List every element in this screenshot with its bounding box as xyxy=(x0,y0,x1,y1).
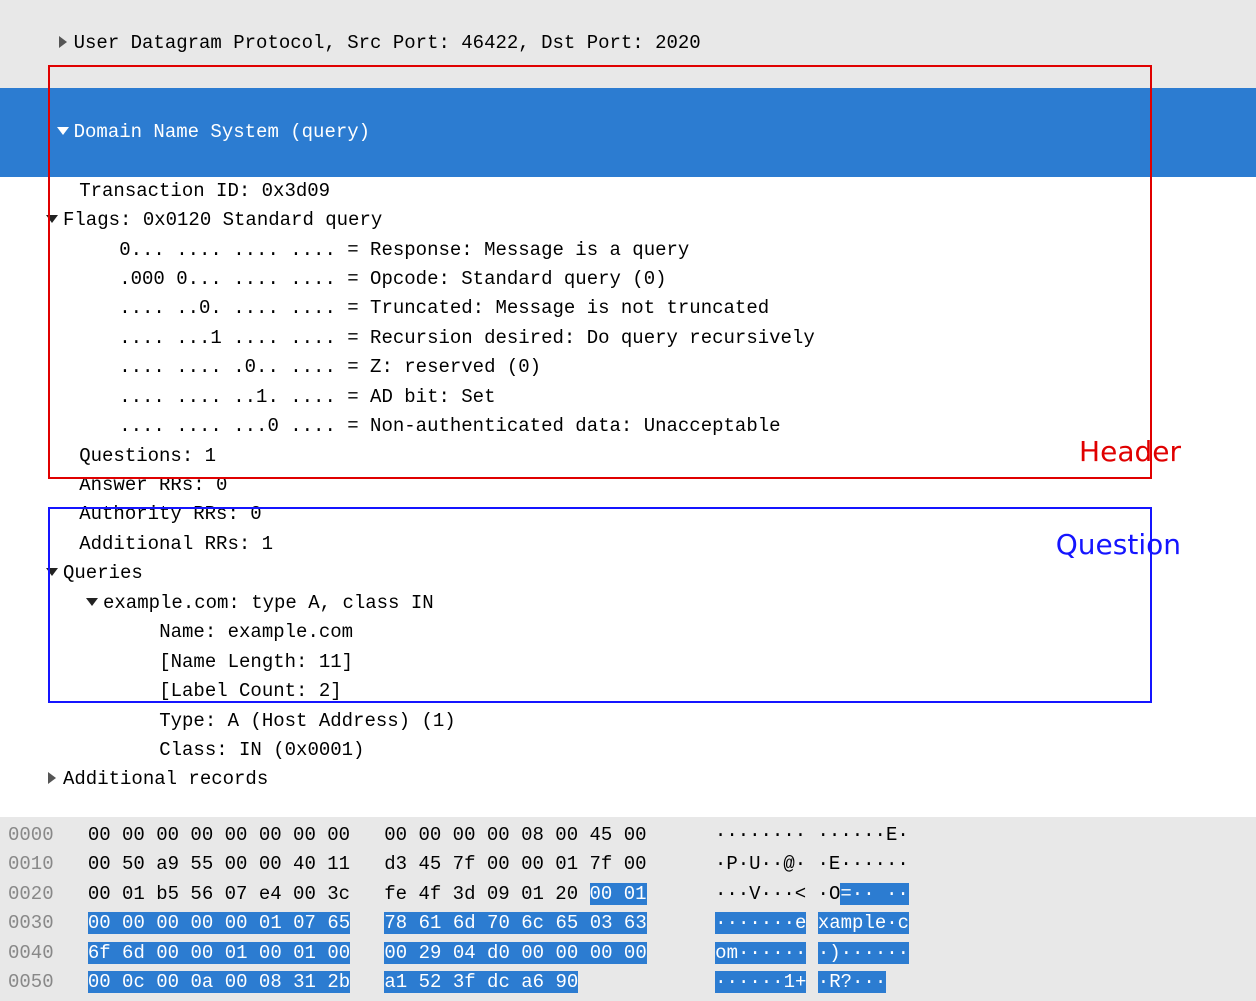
flag-opcode[interactable]: .000 0... .... .... = Opcode: Standard q… xyxy=(0,265,1256,294)
dns-questions[interactable]: Questions: 1 xyxy=(0,442,1256,471)
query-label-count[interactable]: [Label Count: 2] xyxy=(0,677,1256,706)
flag-response[interactable]: 0... .... .... .... = Response: Message … xyxy=(0,236,1256,265)
additional-records-row[interactable]: Additional records xyxy=(0,765,1256,794)
flag-ad[interactable]: .... .... ..1. .... = AD bit: Set xyxy=(0,383,1256,412)
flag-z[interactable]: .... .... .0.. .... = Z: reserved (0) xyxy=(0,353,1256,382)
flag-nonauth[interactable]: .... .... ...0 .... = Non-authenticated … xyxy=(0,412,1256,441)
proto-udp-text: User Datagram Protocol, Src Port: 46422,… xyxy=(74,32,701,54)
query-name-length[interactable]: [Name Length: 11] xyxy=(0,648,1256,677)
annotation-label-header: Header xyxy=(1079,430,1181,473)
dns-txn-id[interactable]: Transaction ID: 0x3d09 xyxy=(0,177,1256,206)
proto-dns-row[interactable]: Domain Name System (query) xyxy=(0,88,1256,176)
annotation-label-question: Question xyxy=(1056,523,1181,566)
flag-recursion[interactable]: .... ...1 .... .... = Recursion desired:… xyxy=(0,324,1256,353)
hex-row[interactable]: 0030 00 00 00 00 00 01 07 65 78 61 6d 70… xyxy=(0,909,1256,938)
chevron-right-icon[interactable] xyxy=(45,771,59,785)
hex-dump-pane[interactable]: 0000 00 00 00 00 00 00 00 00 00 00 00 00… xyxy=(0,817,1256,1001)
dns-answer-rrs[interactable]: Answer RRs: 0 xyxy=(0,471,1256,500)
query-name[interactable]: Name: example.com xyxy=(0,618,1256,647)
chevron-down-icon[interactable] xyxy=(45,565,59,579)
dns-flags-row[interactable]: Flags: 0x0120 Standard query xyxy=(0,206,1256,235)
hex-row[interactable]: 0050 00 0c 00 0a 00 08 31 2b a1 52 3f dc… xyxy=(0,968,1256,997)
proto-dns-text: Domain Name System (query) xyxy=(74,121,370,143)
query-class[interactable]: Class: IN (0x0001) xyxy=(0,736,1256,765)
hex-row[interactable]: 0040 6f 6d 00 00 01 00 01 00 00 29 04 d0… xyxy=(0,939,1256,968)
hex-row[interactable]: 0020 00 01 b5 56 07 e4 00 3c fe 4f 3d 09… xyxy=(0,880,1256,909)
chevron-right-icon[interactable] xyxy=(56,35,70,49)
query-type[interactable]: Type: A (Host Address) (1) xyxy=(0,707,1256,736)
hex-row[interactable]: 0000 00 00 00 00 00 00 00 00 00 00 00 00… xyxy=(0,821,1256,850)
proto-udp-row[interactable]: User Datagram Protocol, Src Port: 46422,… xyxy=(0,0,1256,88)
chevron-down-icon[interactable] xyxy=(56,124,70,138)
chevron-down-icon[interactable] xyxy=(85,595,99,609)
packet-detail-tree[interactable]: User Datagram Protocol, Src Port: 46422,… xyxy=(0,0,1256,803)
query-summary-row[interactable]: example.com: type A, class IN xyxy=(0,589,1256,618)
flag-truncated[interactable]: .... ..0. .... .... = Truncated: Message… xyxy=(0,294,1256,323)
hex-row[interactable]: 0010 00 50 a9 55 00 00 40 11 d3 45 7f 00… xyxy=(0,850,1256,879)
chevron-down-icon[interactable] xyxy=(45,212,59,226)
